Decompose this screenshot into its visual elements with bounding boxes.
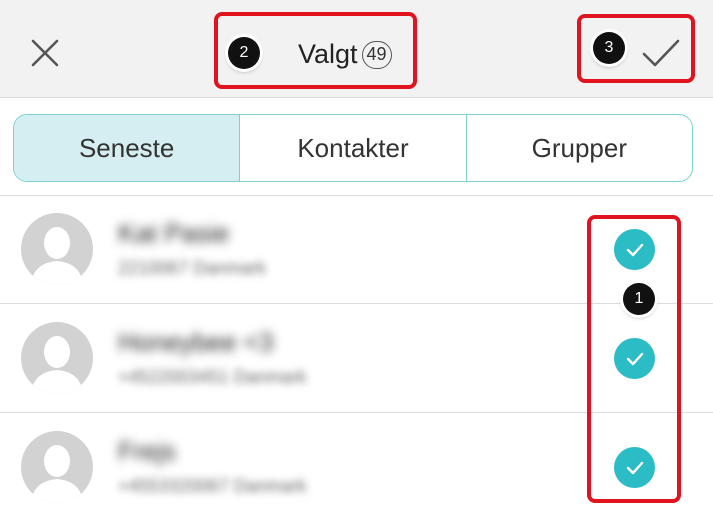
avatar <box>21 431 93 503</box>
avatar <box>21 213 93 285</box>
person-placeholder-icon <box>31 336 83 394</box>
person-placeholder-icon <box>31 227 83 285</box>
contact-detail: +4553320067 Danmark <box>118 476 307 496</box>
tab-grupper[interactable]: Grupper <box>465 115 692 181</box>
segment-tabs: Seneste Kontakter Grupper <box>13 114 693 182</box>
avatar <box>21 322 93 394</box>
contact-detail: +4522003451 Danmark <box>118 367 307 387</box>
annotation-marker-2: 2 <box>228 37 260 69</box>
person-placeholder-icon <box>31 445 83 503</box>
contact-name: Frejs <box>118 436 176 466</box>
callout-box-checkmarks <box>587 215 681 503</box>
close-button[interactable] <box>26 34 64 72</box>
contact-name: Honeybee <3 <box>118 327 274 357</box>
contact-detail: 2210067 Danmark <box>118 258 267 278</box>
annotation-marker-1: 1 <box>623 283 655 315</box>
contact-name: Kat Pasie <box>118 218 230 248</box>
tab-kontakter[interactable]: Kontakter <box>239 115 465 181</box>
tab-seneste[interactable]: Seneste <box>14 115 240 181</box>
close-icon <box>31 39 59 67</box>
annotation-marker-3: 3 <box>593 32 625 64</box>
